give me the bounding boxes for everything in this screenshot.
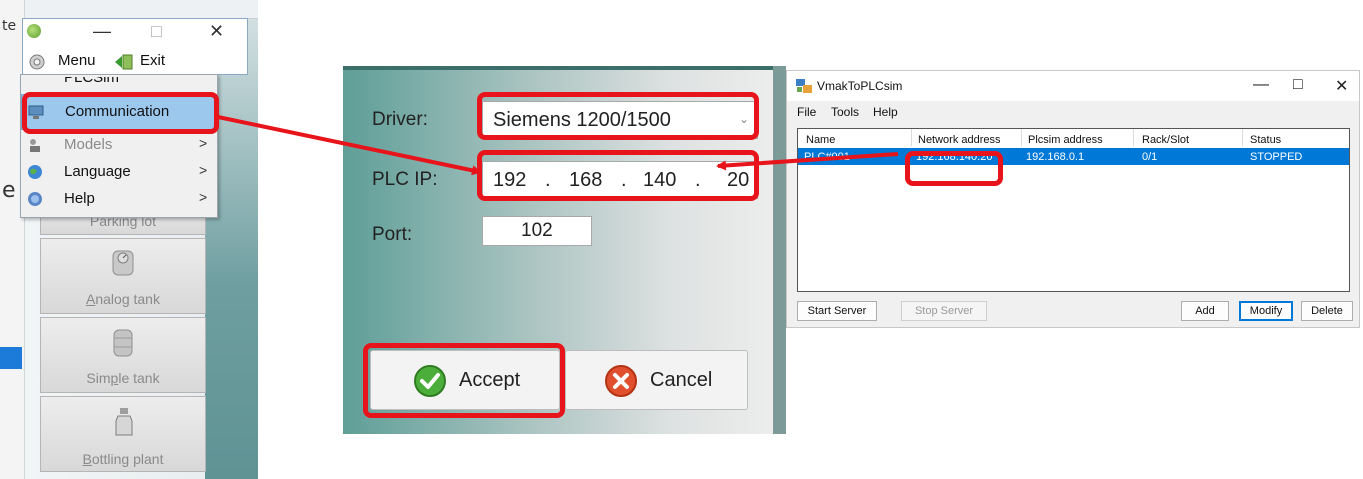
annotation-arrows	[217, 115, 899, 176]
arrow-communication-to-ip	[217, 115, 482, 176]
arrow-address-to-ip	[716, 152, 899, 171]
